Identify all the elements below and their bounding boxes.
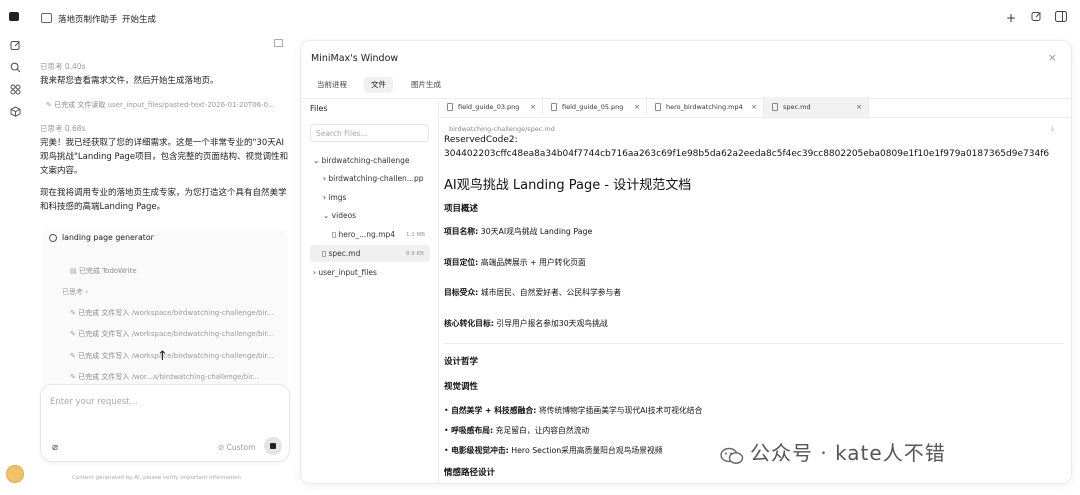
doc-line: 核心转化目标: 引导用户报名参加30天观鸟挑战 — [444, 319, 608, 328]
stop-button[interactable] — [264, 437, 282, 455]
bullet-item: • 呼吸感布局: 充足留白，让内容自然流动 — [444, 426, 590, 435]
doc-line: 目标受众: 城市居民、自然爱好者、公民科学参与者 — [444, 288, 622, 297]
edit-icon[interactable] — [9, 40, 21, 52]
image-file-icon — [447, 103, 453, 111]
thought-time[interactable]: 已思考 › — [62, 287, 88, 297]
link-icon: ⊘ — [218, 443, 227, 452]
bullet-item: • 电影级视觉冲击: Hero Section采用高质量阳台观鸟场景视频 — [444, 446, 663, 455]
app-title: 落地页制作助手 — [58, 15, 118, 25]
file-tab[interactable]: hero_birdwatching.mp4 × — [647, 97, 764, 117]
file-tab[interactable]: field_guide_03.png × — [439, 97, 543, 117]
close-tab-icon: × — [751, 103, 757, 111]
close-tab-icon: × — [856, 103, 862, 111]
plus-icon[interactable]: + — [1003, 10, 1019, 26]
tab-files[interactable]: 文件 — [364, 77, 393, 93]
tab-image-generation[interactable]: 图片生成 — [404, 77, 448, 93]
ai-disclaimer: Content generated by AI, please verify i… — [72, 475, 241, 481]
chat-panel: 已思考 0.40s 我来帮您查看需求文件，然后开始生成落地页。 ✎ 已完成 文件… — [30, 36, 292, 495]
agent-name: landing page generator — [62, 233, 154, 242]
tree-folder-videos[interactable]: ⌄ videos — [323, 211, 356, 220]
tool-call-row[interactable]: ✎ 已完成 文件读取 user_input_files/pasted-text-… — [46, 100, 286, 110]
doc-heading: AI观鸟挑战 Landing Page - 设计规范文档 — [444, 178, 692, 193]
window-title: MiniMax's Window — [311, 53, 399, 64]
pencil-icon: ✎ — [70, 352, 79, 360]
close-tab-icon: × — [530, 103, 536, 111]
file-size: 1.1 MB — [406, 232, 426, 238]
file-breadcrumb: birdwatching-challenge/spec.md — [449, 125, 555, 133]
files-title: Files — [310, 104, 328, 113]
document-icon — [41, 13, 52, 23]
image-file-icon — [551, 103, 557, 111]
top-bar: 落地页制作助手 开始生成 + — [30, 0, 1080, 36]
markdown-preview: ReservedCode2: 304402203cffc48ea8a34b04f… — [444, 133, 1070, 483]
tree-file-spec[interactable]: ▯ spec.md — [322, 249, 360, 258]
close-tab-icon: × — [634, 103, 640, 111]
tree-folder[interactable]: › birdwatching-challen...pp — [323, 174, 423, 183]
left-rail — [0, 0, 30, 495]
divider — [439, 117, 1071, 118]
wechat-icon — [720, 446, 744, 464]
section-heading: 设计哲学 — [444, 357, 479, 367]
box-icon[interactable] — [9, 106, 21, 118]
scroll-up-arrow-icon[interactable]: ↑ — [157, 349, 168, 364]
avatar[interactable] — [6, 465, 24, 483]
stop-icon — [270, 443, 276, 449]
doc-line: 项目名称: 30天AI观鸟挑战 Landing Page — [444, 227, 593, 236]
doc-file-icon — [772, 103, 778, 111]
tool-call-row[interactable]: ✎ 已完成 文件写入 /wor...a/birdwatching-challen… — [70, 372, 285, 382]
tab-current-process[interactable]: 当前进程 — [310, 77, 354, 93]
bullet-item: • 自然美学 + 科技感融合: 将传统博物学插画美学与现代AI技术可视化结合 — [444, 406, 703, 415]
chevron-down-icon: ⌄ — [313, 156, 322, 165]
watermark: 公众号 · kate人不错 — [720, 437, 946, 466]
assistant-message: 现在我将调用专业的落地页生成专家，为您打造这个具有自然美学和科技感的高端Land… — [40, 188, 287, 212]
tool-call-row[interactable]: ▤ 已完成 TodoWrite — [70, 266, 137, 276]
file-size: 8.9 KB — [406, 251, 424, 257]
chevron-down-icon: ⌄ — [323, 211, 332, 220]
tool-call-row[interactable]: ✎ 已完成 文件写入 /workspace/birdwatching-chall… — [70, 329, 285, 339]
thought-time: 已思考 0.68s — [40, 124, 86, 133]
search-files-input[interactable]: Search Files... — [310, 124, 429, 142]
grid-icon[interactable] — [9, 84, 21, 96]
custom-mode-button[interactable]: ⊘ Custom — [218, 443, 255, 452]
logo-icon[interactable] — [9, 12, 19, 21]
pencil-icon: ✎ — [70, 309, 79, 317]
app-subtitle: 开始生成 — [122, 15, 157, 25]
chat-input-box: Enter your request... ⌀ ⊘ Custom — [40, 384, 290, 462]
doc-line: 项目定位: 高端品牌展示 + 用户转化页面 — [444, 258, 586, 267]
assistant-message: 完美！我已经获取了您的详细需求。这是一个非常专业的"30天AI观鸟挑战"Land… — [40, 138, 289, 176]
assistant-message: 我来帮您查看需求文件，然后开始生成落地页。 — [40, 76, 219, 86]
section-heading: 情感路径设计 — [444, 468, 496, 478]
list-icon: ▤ — [70, 267, 79, 275]
section-heading: 项目概述 — [444, 204, 479, 214]
sidebar-toggle-icon[interactable] — [1053, 10, 1069, 26]
download-icon[interactable]: ⤓ — [1051, 124, 1054, 133]
tree-folder-imgs[interactable]: › imgs — [323, 193, 346, 202]
tree-folder-root[interactable]: ⌄ birdwatching-challenge — [313, 156, 409, 165]
tool-call-row[interactable]: ✎ 已完成 文件写入 /workspace/birdwatching-chall… — [70, 351, 285, 361]
pencil-icon: ✎ — [46, 101, 55, 109]
spinner-icon — [49, 234, 57, 242]
thought-time: 已思考 0.40s — [40, 62, 86, 71]
code-label: ReservedCode2: — [444, 135, 518, 145]
tool-call-row[interactable]: ✎ 已完成 文件写入 /workspace/birdwatching-chall… — [70, 308, 285, 318]
tree-folder-user-input[interactable]: › user_input_files — [313, 268, 377, 277]
chat-input[interactable]: Enter your request... — [50, 397, 138, 407]
minimax-window: MiniMax's Window × 当前进程 文件 图片生成 Files Se… — [300, 40, 1072, 484]
pencil-icon: ✎ — [70, 330, 79, 338]
code-value: 304402203cffc48ea8a34b04f7744cb716aa263c… — [444, 149, 1050, 159]
section-heading: 视觉调性 — [444, 382, 479, 392]
file-tab-active[interactable]: spec.md × — [764, 97, 869, 117]
divider — [444, 343, 1064, 344]
file-tab[interactable]: field_guide_05.png × — [543, 97, 647, 117]
tree-file-video[interactable]: ▯ hero_...ng.mp4 — [332, 230, 395, 239]
copy-icon[interactable] — [274, 39, 283, 47]
agent-task-box: landing page generator ▤ 已完成 TodoWrite 已… — [42, 229, 288, 389]
search-icon[interactable] — [9, 62, 21, 74]
pencil-icon: ✎ — [70, 373, 79, 381]
attach-icon[interactable]: ⌀ — [52, 442, 58, 453]
edit-share-icon[interactable] — [1028, 10, 1044, 26]
video-file-icon — [655, 103, 661, 111]
close-icon[interactable]: × — [1048, 51, 1057, 64]
divider — [438, 98, 439, 483]
